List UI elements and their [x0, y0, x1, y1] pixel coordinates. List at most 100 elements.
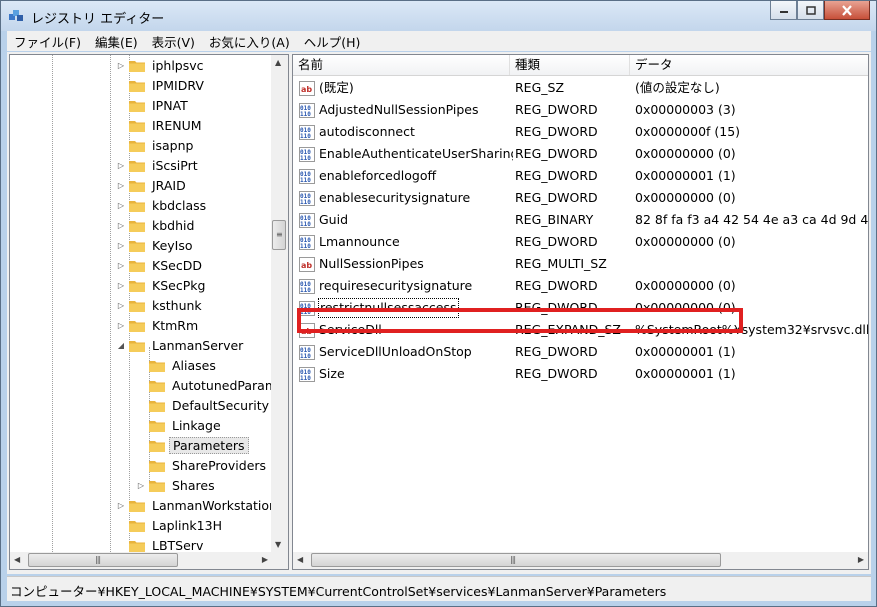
highlight-box [297, 308, 743, 333]
value-name: NullSessionPipes [319, 256, 424, 271]
collapse-arrow-icon[interactable]: ◢ [116, 341, 126, 350]
tree-node[interactable]: Laplink13H [116, 515, 225, 535]
tree-node[interactable]: Linkage [136, 415, 224, 435]
menu-item[interactable]: ファイル(F) [7, 32, 88, 51]
expand-arrow-icon[interactable]: ▷ [116, 501, 126, 510]
close-button[interactable] [824, 1, 870, 20]
expand-arrow-icon[interactable]: ▷ [116, 161, 126, 170]
expand-arrow-icon[interactable]: ▷ [116, 221, 126, 230]
scroll-corner [271, 552, 288, 569]
tree-node[interactable]: IRENUM [116, 115, 205, 135]
value-row[interactable]: ab NullSessionPipes REG_MULTI_SZ [293, 253, 868, 275]
value-row[interactable]: 010 110 Guid REG_BINARY 82 8f fa f3 a4 42 54… [293, 209, 868, 231]
folder-icon [129, 219, 145, 232]
tree-node[interactable]: AutotunedParame [136, 375, 272, 395]
value-row[interactable]: 010 110 Size REG_DWORD 0x00000001 (1) [293, 363, 868, 385]
tree-node[interactable]: Aliases [136, 355, 219, 375]
value-row[interactable]: 010 110 AdjustedNullSessionPipes REG_DWORD 0… [293, 99, 868, 121]
tree-node[interactable]: ShareProviders [136, 455, 269, 475]
tree-node-label: Laplink13H [152, 517, 222, 533]
tree-node[interactable]: ▷ iScsiPrt [116, 155, 201, 175]
tree-node[interactable]: ▷ KeyIso [116, 235, 196, 255]
tree-node[interactable]: ▷ KtmRm [116, 315, 201, 335]
expand-arrow-icon[interactable]: ▷ [116, 61, 126, 70]
minimize-button[interactable] [770, 1, 797, 20]
binary-value-icon: 010 110 [299, 147, 315, 162]
tree-horizontal-scrollbar[interactable]: ◀ ||| ▶ [10, 552, 272, 569]
svg-text:ab: ab [301, 85, 312, 94]
expand-arrow-icon[interactable]: ▷ [116, 321, 126, 330]
expand-arrow-icon[interactable]: ▷ [116, 281, 126, 290]
scroll-right-arrow-icon[interactable]: ▶ [262, 555, 268, 564]
value-row[interactable]: 010 110 autodisconnect REG_DWORD 0x0000000f … [293, 121, 868, 143]
tree-node[interactable]: DefaultSecurity [136, 395, 272, 415]
value-name: (既定) [319, 80, 354, 95]
scroll-right-arrow-icon[interactable]: ▶ [858, 555, 864, 564]
tree-node[interactable]: isapnp [116, 135, 196, 155]
tree-vertical-scrollbar[interactable]: ▲ ≡ ▼ [271, 55, 288, 552]
value-row[interactable]: 010 110 requiresecuritysignature REG_DWORD 0… [293, 275, 868, 297]
value-row[interactable]: 010 110 EnableAuthenticateUserSharing REG_D… [293, 143, 868, 165]
value-name: enableforcedlogoff [319, 168, 437, 183]
tree-node[interactable]: IPNAT [116, 95, 191, 115]
svg-text:110: 110 [300, 243, 311, 250]
tree-node[interactable]: ▷ LanmanWorkstation [116, 495, 272, 515]
menu-item[interactable]: お気に入り(A) [202, 32, 297, 51]
maximize-button[interactable] [797, 1, 824, 20]
tree-node[interactable]: ▷ kbdclass [116, 195, 209, 215]
tree-node-label: Shares [172, 477, 215, 493]
value-name: AdjustedNullSessionPipes [319, 102, 479, 117]
title-bar[interactable]: レジストリ エディター [1, 1, 876, 31]
value-row[interactable]: 010 110 enableforcedlogoff REG_DWORD 0x00000… [293, 165, 868, 187]
svg-text:110: 110 [300, 353, 311, 360]
column-header-data[interactable]: データ [630, 55, 868, 75]
value-row[interactable]: 010 110 ServiceDllUnloadOnStop REG_DWORD 0x0… [293, 341, 868, 363]
tree-node[interactable]: ◢ LanmanServer [116, 335, 246, 355]
expand-arrow-icon[interactable]: ▷ [116, 261, 126, 270]
expand-arrow-icon[interactable]: ▷ [116, 301, 126, 310]
tree-horizontal-scroll-thumb[interactable]: ||| [28, 553, 178, 567]
expand-arrow-icon[interactable]: ▷ [136, 481, 146, 490]
tree-node[interactable]: ▷ Shares [136, 475, 218, 495]
value-name-cell: requiresecuritysignature [318, 275, 513, 297]
value-list-pane[interactable]: 名前 種類 データ ab (既定) REG_SZ (値の設定なし) 010 110 Adju… [292, 54, 869, 570]
tree-node[interactable]: ▷ ksthunk [116, 295, 205, 315]
tree-node[interactable]: ▷ iphlpsvc [116, 55, 207, 75]
key-tree-pane[interactable]: ▷ iphlpsvc IPMIDRV IPNAT IRENUM isapnp ▷ iScsiP… [9, 54, 289, 570]
expand-arrow-icon[interactable]: ▷ [116, 181, 126, 190]
column-header-name[interactable]: 名前 [293, 55, 510, 75]
expand-arrow-icon[interactable]: ▷ [116, 201, 126, 210]
tree-node[interactable]: Parameters [136, 435, 249, 455]
tree-vertical-scroll-thumb[interactable]: ≡ [272, 220, 286, 250]
scroll-left-arrow-icon[interactable]: ◀ [14, 555, 20, 564]
scroll-left-arrow-icon[interactable]: ◀ [297, 555, 303, 564]
tree-node[interactable]: ▷ KSecDD [116, 255, 205, 275]
caption-buttons [770, 1, 870, 21]
binary-value-icon: 010 110 [299, 345, 315, 360]
menu-item[interactable]: 表示(V) [145, 32, 202, 51]
value-row[interactable]: 010 110 enablesecuritysignature REG_DWORD 0x… [293, 187, 868, 209]
value-row[interactable]: ab (既定) REG_SZ (値の設定なし) [293, 77, 868, 99]
tree-node[interactable]: LBTServ [116, 535, 206, 552]
menu-item[interactable]: 編集(E) [88, 32, 145, 51]
list-horizontal-scrollbar[interactable]: ◀ ||| ▶ [293, 552, 868, 569]
folder-icon [129, 319, 145, 332]
tree-guide-line [110, 55, 111, 552]
list-horizontal-scroll-thumb[interactable]: ||| [311, 553, 721, 567]
tree-node[interactable]: IPMIDRV [116, 75, 207, 95]
value-row[interactable]: 010 110 Lmannounce REG_DWORD 0x00000000 (0) [293, 231, 868, 253]
menu-item[interactable]: ヘルプ(H) [297, 32, 368, 51]
tree-node[interactable]: ▷ kbdhid [116, 215, 197, 235]
maximize-icon [805, 5, 816, 15]
value-name-cell: enableforcedlogoff [318, 165, 513, 187]
value-name-cell: Size [318, 363, 513, 385]
tree-node-label: kbdhid [152, 217, 195, 233]
tree-node[interactable]: ▷ KSecPkg [116, 275, 208, 295]
scroll-down-arrow-icon[interactable]: ▼ [275, 540, 281, 549]
expand-arrow-icon[interactable]: ▷ [116, 241, 126, 250]
tree-node[interactable]: ▷ JRAID [116, 175, 189, 195]
scroll-up-arrow-icon[interactable]: ▲ [275, 58, 281, 67]
value-data: 0x00000000 (0) [635, 146, 736, 161]
column-header-type[interactable]: 種類 [510, 55, 630, 75]
svg-text:110: 110 [300, 177, 311, 184]
